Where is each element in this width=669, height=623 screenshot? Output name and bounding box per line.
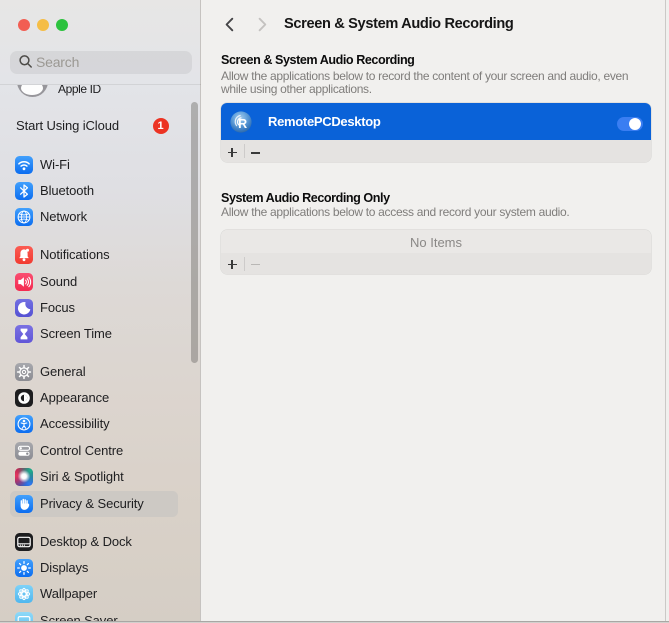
svg-text:R: R — [238, 117, 247, 131]
